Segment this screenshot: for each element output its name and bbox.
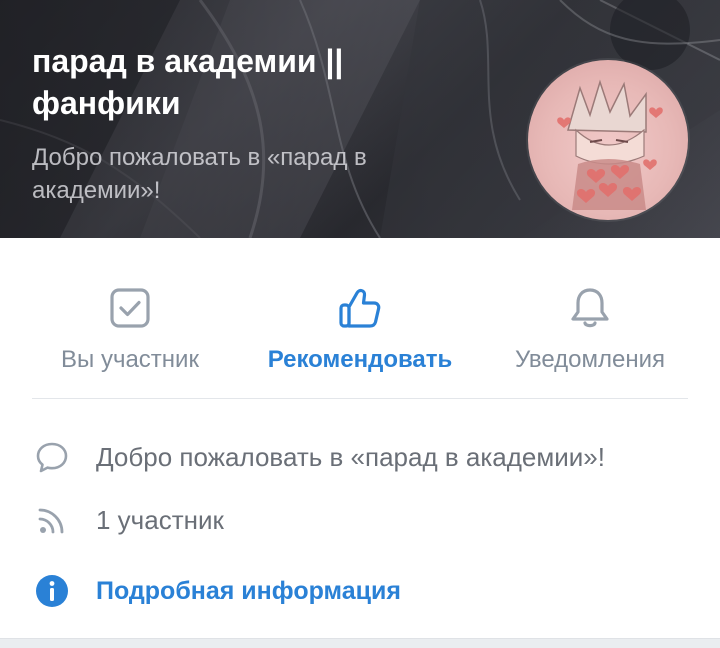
section-divider	[32, 398, 688, 399]
rss-icon	[38, 508, 64, 534]
more-info-link[interactable]: Подробная информация	[0, 560, 720, 622]
member-button[interactable]: Вы участник	[30, 238, 230, 398]
action-bar: Вы участник Рекомендовать Уведомления	[0, 238, 720, 398]
members-count: 1 участник	[96, 505, 224, 535]
recommend-label: Рекомендовать	[267, 346, 453, 373]
info-icon	[36, 575, 68, 607]
description-text: Добро пожаловать в «парад в академии»!	[96, 442, 605, 472]
info-description: Добро пожаловать в «парад в академии»!	[0, 426, 720, 488]
notifications-button[interactable]: Уведомления	[495, 238, 685, 398]
bottom-separator	[0, 638, 720, 648]
member-label: Вы участник	[61, 346, 199, 373]
recommend-button[interactable]: Рекомендовать	[250, 238, 470, 398]
cover-image: парад в академии || фанфики Добро пожало…	[0, 0, 720, 238]
info-members[interactable]: 1 участник	[0, 489, 720, 551]
group-subtitle: Добро пожаловать в «парад в академии»!	[32, 144, 367, 204]
group-title: парад в академии || фанфики	[32, 43, 344, 121]
checkbox-checked-icon	[110, 288, 150, 328]
group-avatar[interactable]	[528, 60, 688, 220]
thumbs-up-icon	[339, 288, 381, 328]
group-page: парад в академии || фанфики Добро пожало…	[0, 0, 720, 648]
speech-bubble-icon	[36, 442, 68, 473]
bell-icon	[571, 288, 609, 328]
avatar-artwork	[557, 79, 663, 210]
more-info-label: Подробная информация	[96, 577, 401, 605]
notifications-label: Уведомления	[514, 346, 666, 373]
